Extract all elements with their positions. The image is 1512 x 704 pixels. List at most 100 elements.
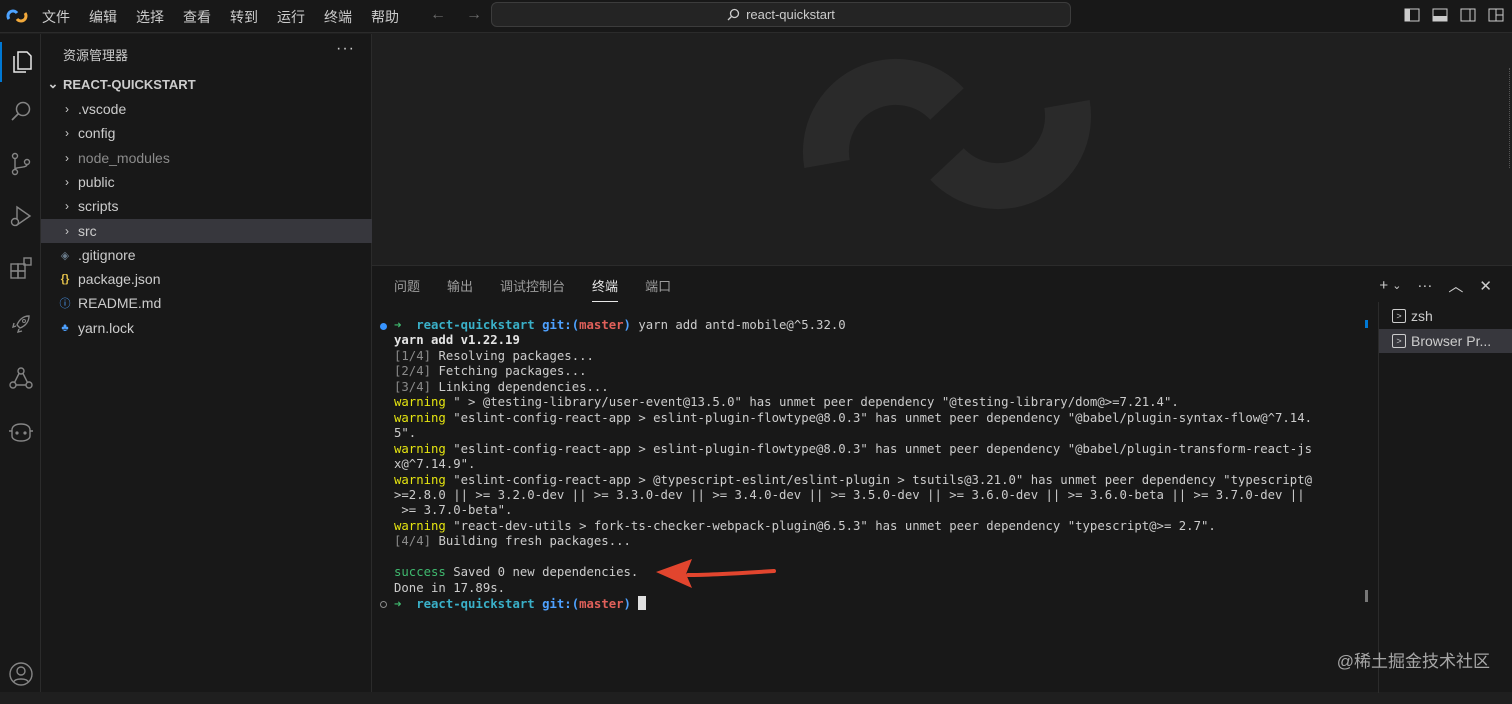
nav-arrows: ← → — [430, 6, 482, 24]
terminal-line: [4/4] Building fresh packages... — [394, 534, 631, 549]
menu-terminal[interactable]: 终端 — [324, 7, 352, 27]
search-icon[interactable] — [0, 92, 41, 132]
panel-tabs: 问题 输出 调试控制台 终端 端口 — [394, 276, 698, 302]
maximize-panel-icon[interactable]: ︿ — [1448, 275, 1463, 296]
tree-item-label: .gitignore — [78, 247, 136, 263]
terminal-entry-browser-preview[interactable]: > Browser Pr... — [1379, 329, 1512, 353]
more-actions-button[interactable]: ··· — [336, 40, 355, 58]
vscode-watermark-logo-icon — [802, 58, 1092, 210]
menu-selection[interactable]: 选择 — [136, 7, 164, 27]
terminal-line: Done in 17.89s. — [394, 580, 506, 595]
rocket-icon[interactable] — [0, 304, 41, 344]
chevron-right-icon: › — [65, 224, 69, 238]
terminal-icon: > — [1392, 309, 1406, 323]
tree-file-package-json[interactable]: {} package.json — [41, 267, 372, 291]
panel-actions: + ⌄ ··· ︿ ✕ — [1379, 275, 1492, 296]
account-icon[interactable] — [0, 654, 41, 694]
back-arrow-icon[interactable]: ← — [430, 6, 446, 24]
extensions-icon[interactable] — [0, 248, 41, 288]
workspace-root[interactable]: ⌄ REACT-QUICKSTART — [45, 76, 196, 92]
tree-item-label: node_modules — [78, 150, 170, 166]
terminal-line: x@^7.14.9". — [394, 457, 476, 472]
terminal-list: > zsh > Browser Pr... — [1378, 302, 1512, 693]
customize-layout-icon[interactable] — [1488, 7, 1504, 23]
tab-terminal[interactable]: 终端 — [592, 276, 619, 302]
tree-folder-vscode[interactable]: › .vscode — [41, 97, 372, 121]
close-icon[interactable]: ✕ — [1479, 277, 1492, 295]
layout-controls — [1404, 7, 1504, 23]
tab-debug-console[interactable]: 调试控制台 — [500, 276, 565, 302]
app-logo-icon — [6, 9, 28, 23]
tab-problems[interactable]: 问题 — [394, 276, 420, 302]
gitignore-icon: ◈ — [60, 249, 70, 262]
terminal-entry-label: zsh — [1411, 308, 1433, 324]
menu-go[interactable]: 转到 — [230, 7, 258, 27]
terminal-line: [1/4] Resolving packages... — [394, 348, 594, 363]
toggle-primary-sidebar-icon[interactable] — [1404, 7, 1420, 23]
toggle-panel-icon[interactable] — [1432, 7, 1448, 23]
tree-folder-scripts[interactable]: › scripts — [41, 194, 372, 218]
terminal-scroll-marker[interactable] — [1365, 320, 1368, 328]
tree-file-readme[interactable]: ⓘ README.md — [41, 291, 372, 315]
menu-help[interactable]: 帮助 — [371, 7, 399, 27]
copilot-icon[interactable] — [0, 412, 41, 452]
tree-item-label: package.json — [78, 271, 161, 287]
menu-file[interactable]: 文件 — [42, 7, 70, 27]
explorer-icon[interactable] — [0, 42, 41, 82]
json-icon: {} — [60, 273, 70, 285]
chevron-down-icon[interactable]: ⌄ — [1392, 279, 1401, 292]
tree-item-label: .vscode — [78, 101, 127, 117]
tree-folder-node-modules[interactable]: › node_modules — [41, 146, 372, 170]
menu-view[interactable]: 查看 — [183, 7, 211, 27]
remote-explorer-icon[interactable] — [0, 358, 41, 398]
tree-item-label: src — [78, 223, 97, 239]
forward-arrow-icon[interactable]: → — [466, 6, 482, 24]
yarn-icon: ♣ — [61, 322, 69, 334]
editor-area — [372, 34, 1512, 265]
terminal-scroll-marker[interactable] — [1365, 590, 1368, 602]
terminal-line: >=2.8.0 || >= 3.2.0-dev || >= 3.3.0-dev … — [394, 487, 1305, 502]
terminal-line: [2/4] Fetching packages... — [394, 364, 587, 379]
tree-folder-config[interactable]: › config — [41, 121, 372, 145]
command-center-label: react-quickstart — [746, 7, 835, 22]
tree-item-label: scripts — [78, 198, 119, 214]
terminal-line: >= 3.7.0-beta". — [394, 503, 513, 518]
command-center[interactable]: react-quickstart — [491, 2, 1071, 27]
tab-output[interactable]: 输出 — [447, 276, 473, 302]
info-icon: ⓘ — [59, 298, 71, 310]
chevron-right-icon: › — [65, 199, 69, 213]
tree-folder-public[interactable]: › public — [41, 170, 372, 194]
toggle-secondary-sidebar-icon[interactable] — [1460, 7, 1476, 23]
terminal-line: warning "eslint-config-react-app > @type… — [394, 472, 1313, 487]
tree-folder-src[interactable]: › src — [41, 219, 372, 243]
terminal-line: ➜ react-quickstart git:(master) yarn add… — [394, 318, 846, 332]
terminal-line: warning "react-dev-utils > fork-ts-check… — [394, 518, 1216, 533]
bottom-panel: 问题 输出 调试控制台 终端 端口 + ⌄ ··· ︿ ✕ ➜ react-qu… — [372, 265, 1512, 693]
terminal-line: success Saved 0 new dependencies. — [394, 565, 639, 580]
explorer-title: 资源管理器 — [63, 48, 129, 63]
workspace-root-label: REACT-QUICKSTART — [63, 76, 196, 92]
source-control-icon[interactable] — [0, 144, 41, 184]
run-debug-icon[interactable] — [0, 196, 41, 236]
chevron-right-icon: › — [65, 151, 69, 165]
terminal-line: 5". — [394, 426, 417, 441]
terminal-line: yarn add v1.22.19 — [394, 333, 520, 348]
terminal-line: warning "eslint-config-react-app > eslin… — [394, 410, 1313, 425]
terminal-cursor — [638, 596, 647, 611]
tab-ports[interactable]: 端口 — [645, 276, 671, 302]
more-icon[interactable]: ··· — [1417, 277, 1432, 294]
new-terminal-icon[interactable]: + — [1379, 277, 1388, 294]
terminal-entry-zsh[interactable]: > zsh — [1379, 304, 1512, 328]
menu-edit[interactable]: 编辑 — [89, 7, 117, 27]
terminal-entry-label: Browser Pr... — [1411, 333, 1492, 349]
chevron-right-icon: › — [65, 102, 69, 116]
tree-file-yarn-lock[interactable]: ♣ yarn.lock — [41, 316, 372, 340]
site-watermark: @稀土掘金技术社区 — [1336, 652, 1490, 671]
tree-file-gitignore[interactable]: ◈ .gitignore — [41, 243, 372, 267]
terminal-line: warning " > @testing-library/user-event@… — [394, 395, 1179, 410]
activity-bar — [0, 34, 41, 692]
terminal-output[interactable]: ➜ react-quickstart git:(master) yarn add… — [372, 318, 1377, 678]
terminal-icon: > — [1392, 334, 1406, 348]
explorer-sidebar: 资源管理器 ··· ⌄ REACT-QUICKSTART › .vscode ›… — [41, 34, 372, 692]
menu-run[interactable]: 运行 — [277, 7, 305, 27]
